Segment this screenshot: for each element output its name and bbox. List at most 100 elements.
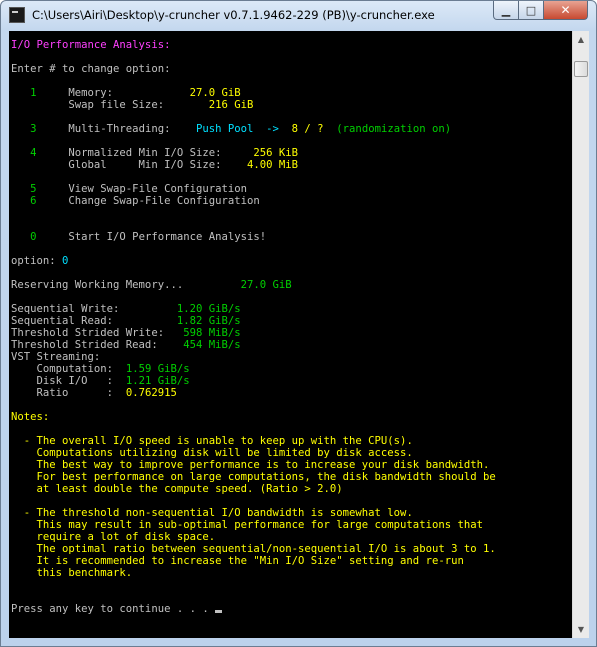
console-text-segment: (randomization on) bbox=[323, 123, 452, 135]
console-text-segment: 6 bbox=[11, 195, 37, 207]
console-text-segment: Memory: bbox=[36, 87, 190, 99]
console-line: Sequential Write: 1.20 GiB/s bbox=[11, 303, 496, 315]
close-button[interactable]: ✕ bbox=[544, 1, 588, 20]
minimize-button[interactable]: ▁ bbox=[493, 1, 519, 20]
maximize-button[interactable]: □ bbox=[519, 1, 544, 20]
console-text-segment: It is recommended to increase the "Min I… bbox=[11, 555, 464, 567]
console-line: 6 Change Swap-File Configuration bbox=[11, 195, 496, 207]
console-text-segment: 1.59 GiB/s bbox=[125, 363, 190, 375]
console-text-segment: Threshold Strided Write: bbox=[11, 327, 184, 339]
console-line: Reserving Working Memory... 27.0 GiB bbox=[11, 279, 496, 291]
console-text-segment: The threshold non-sequential I/O bandwid… bbox=[36, 507, 413, 519]
console-app-icon bbox=[9, 7, 25, 23]
console-line: - The threshold non-sequential I/O bandw… bbox=[11, 507, 496, 519]
console-text-segment: 27.0 GiB bbox=[240, 279, 292, 291]
console-text-segment: Disk I/O : bbox=[11, 375, 126, 387]
console-line: Disk I/O : 1.21 GiB/s bbox=[11, 375, 496, 387]
console-text-segment: VST Streaming: bbox=[11, 351, 101, 363]
console-text-segment: For best performance on large computatio… bbox=[11, 471, 496, 483]
window-bottom-frame bbox=[1, 638, 596, 646]
console-line: Ratio : 0.762915 bbox=[11, 387, 496, 399]
console-text-segment: 4.00 MiB bbox=[247, 159, 299, 171]
console-text-segment: Computations utilizing disk will be limi… bbox=[11, 447, 413, 459]
console-line: For best performance on large computatio… bbox=[11, 471, 496, 483]
console-text-segment: Swap file Size: bbox=[11, 99, 209, 111]
console-text-segment: require a lot of disk space. bbox=[11, 531, 216, 543]
console-text-segment: Sequential Write: bbox=[11, 303, 177, 315]
console-line: Global Min I/O Size: 4.00 MiB bbox=[11, 159, 496, 171]
console-line: option: 0 bbox=[11, 255, 496, 267]
caption-buttons: ▁ □ ✕ bbox=[493, 1, 588, 20]
console-text-segment: at least double the compute speed. (Rati… bbox=[11, 483, 343, 495]
scroll-up-icon: ▲ bbox=[577, 35, 585, 44]
console-text-segment: 1 bbox=[11, 87, 37, 99]
scrollbar-thumb[interactable] bbox=[574, 61, 588, 77]
console-line: this benchmark. bbox=[11, 567, 496, 579]
console-line: It is recommended to increase the "Min I… bbox=[11, 555, 496, 567]
console-text-segment: 1.20 GiB/s bbox=[176, 303, 241, 315]
console-text-segment: Change Swap-File Configuration bbox=[36, 195, 260, 207]
scroll-up-button[interactable]: ▲ bbox=[573, 31, 589, 48]
maximize-icon: □ bbox=[525, 3, 537, 17]
console-output[interactable]: I/O Performance Analysis: Enter # to chan… bbox=[9, 31, 572, 638]
console-text-segment: The optimal ratio between sequential/non… bbox=[11, 543, 496, 555]
console-line: The best way to improve performance is t… bbox=[11, 459, 496, 471]
console-text-segment: Start I/O Performance Analysis! bbox=[36, 231, 267, 243]
window-title: C:\Users\Airi\Desktop\y-cruncher v0.7.1.… bbox=[32, 8, 435, 22]
console-line: I/O Performance Analysis: bbox=[11, 39, 496, 51]
console-line: 1 Memory: 27.0 GiB bbox=[11, 87, 496, 99]
console-text-segment: 1.21 GiB/s bbox=[125, 375, 190, 387]
scroll-down-icon: ▼ bbox=[577, 625, 585, 634]
vertical-scrollbar[interactable]: ▲ ▼ bbox=[572, 31, 589, 638]
console-text-segment: this benchmark. bbox=[11, 567, 133, 579]
console-text-segment: Computation: bbox=[11, 363, 126, 375]
console-line: Notes: bbox=[11, 411, 496, 423]
console-window: C:\Users\Airi\Desktop\y-cruncher v0.7.1.… bbox=[0, 0, 597, 647]
title-bar[interactable]: C:\Users\Airi\Desktop\y-cruncher v0.7.1.… bbox=[1, 1, 596, 31]
console-line: Computation: 1.59 GiB/s bbox=[11, 363, 496, 375]
console-line: 5 View Swap-File Configuration bbox=[11, 183, 496, 195]
text-cursor bbox=[215, 610, 223, 613]
console-text-segment: Ratio : bbox=[11, 387, 126, 399]
console-text-segment: 256 KiB bbox=[253, 147, 299, 159]
console-text-segment: The best way to improve performance is t… bbox=[11, 459, 490, 471]
console-line: Threshold Strided Read: 454 MiB/s bbox=[11, 339, 496, 351]
console-text-segment: Sequential Read: bbox=[11, 315, 177, 327]
console-line: at least double the compute speed. (Rati… bbox=[11, 483, 496, 495]
console-line: - The overall I/O speed is unable to kee… bbox=[11, 435, 496, 447]
scroll-down-button[interactable]: ▼ bbox=[573, 621, 589, 638]
console-text: I/O Performance Analysis: Enter # to chan… bbox=[11, 39, 496, 615]
console-text-segment: 0 bbox=[11, 231, 37, 243]
console-text-segment: Press any key to continue . . . bbox=[11, 603, 216, 615]
console-text-segment: 0.762915 bbox=[125, 387, 177, 399]
console-text-segment: Threshold Strided Read: bbox=[11, 339, 184, 351]
console-text-segment: 3 bbox=[11, 123, 37, 135]
console-text-segment: I/O Performance Analysis: bbox=[11, 39, 171, 51]
console-text-segment: Notes: bbox=[11, 411, 50, 423]
console-line: Enter # to change option: bbox=[11, 63, 496, 75]
console-text-segment: 454 MiB/s bbox=[183, 339, 241, 351]
console-line: Swap file Size: 216 GiB bbox=[11, 99, 496, 111]
console-text-segment: - bbox=[11, 507, 37, 519]
minimize-icon: ▁ bbox=[501, 3, 511, 17]
console-text-segment: Global Min I/O Size: bbox=[11, 159, 247, 171]
console-text-segment: 8 / ? bbox=[278, 123, 324, 135]
close-icon: ✕ bbox=[560, 3, 571, 17]
console-line: Sequential Read: 1.82 GiB/s bbox=[11, 315, 496, 327]
console-line: 0 Start I/O Performance Analysis! bbox=[11, 231, 496, 243]
console-line: VST Streaming: bbox=[11, 351, 496, 363]
console-line: 4 Normalized Min I/O Size: 256 KiB bbox=[11, 147, 496, 159]
console-text-segment: View Swap-File Configuration bbox=[36, 183, 247, 195]
